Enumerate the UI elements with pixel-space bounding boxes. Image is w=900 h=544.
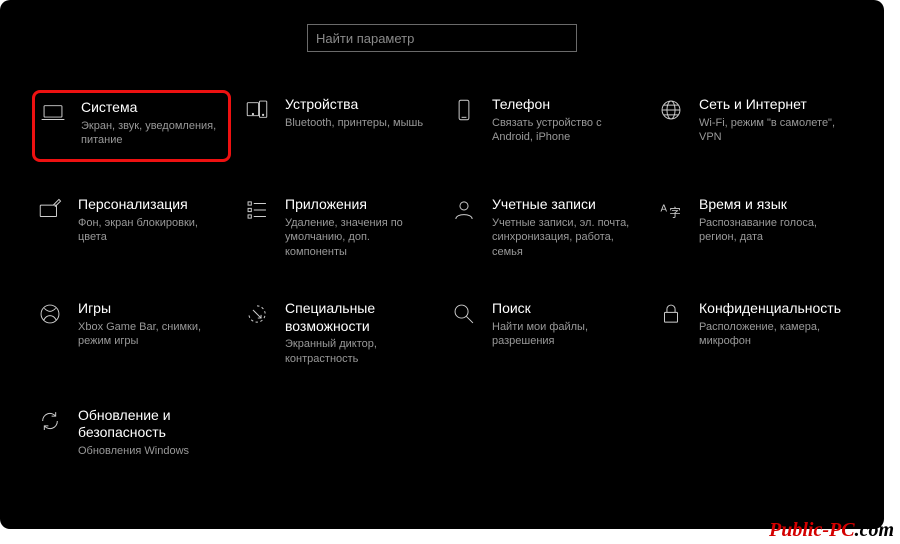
tile-desc: Экран, звук, уведомления, питание (81, 119, 224, 149)
apps-list-icon (243, 196, 271, 224)
tile-desc: Wi-Fi, режим "в самолете", VPN (699, 116, 848, 146)
tile-desc: Распознавание голоса, регион, дата (699, 216, 848, 246)
tile-network[interactable]: Сеть и Интернет Wi-Fi, режим "в самолете… (653, 90, 852, 162)
svg-text:A: A (660, 204, 667, 215)
search-box[interactable] (307, 24, 577, 52)
tile-title: Персонализация (78, 196, 227, 214)
paint-icon (36, 196, 64, 224)
globe-icon (657, 96, 685, 124)
tile-update[interactable]: Обновление и безопасность Обновления Win… (32, 401, 231, 473)
search-wrap (32, 24, 852, 52)
phone-icon (450, 96, 478, 124)
tile-title: Учетные записи (492, 196, 641, 214)
tile-title: Время и язык (699, 196, 848, 214)
search-icon (450, 300, 478, 328)
tile-apps[interactable]: Приложения Удаление, значения по умолчан… (239, 190, 438, 266)
tile-time-language[interactable]: A字 Время и язык Распознавание голоса, ре… (653, 190, 852, 266)
svg-text:字: 字 (669, 206, 680, 220)
tile-desc: Найти мои файлы, разрешения (492, 320, 641, 350)
tile-desc: Учетные записи, эл. почта, синхронизация… (492, 216, 641, 261)
settings-grid: Система Экран, звук, уведомления, питани… (32, 90, 852, 473)
tile-system[interactable]: Система Экран, звук, уведомления, питани… (32, 90, 231, 162)
laptop-icon (39, 99, 67, 127)
tile-desc: Удаление, значения по умолчанию, доп. ко… (285, 216, 434, 261)
devices-icon (243, 96, 271, 124)
tile-desc: Xbox Game Bar, снимки, режим игры (78, 320, 227, 350)
tile-desc: Расположение, камера, микрофон (699, 320, 848, 350)
tile-ease-of-access[interactable]: Специальные возможности Экранный диктор,… (239, 294, 438, 373)
search-input[interactable] (316, 31, 554, 46)
tile-devices[interactable]: Устройства Bluetooth, принтеры, мышь (239, 90, 438, 162)
tile-title: Обновление и безопасность (78, 407, 227, 442)
xbox-icon (36, 300, 64, 328)
tile-title: Поиск (492, 300, 641, 318)
accessibility-icon (243, 300, 271, 328)
settings-window: Система Экран, звук, уведомления, питани… (0, 0, 884, 529)
watermark-part1: Public-PC (769, 519, 855, 541)
person-icon (450, 196, 478, 224)
tile-desc: Связать устройство с Android, iPhone (492, 116, 641, 146)
tile-title: Система (81, 99, 224, 117)
language-icon: A字 (657, 196, 685, 224)
tile-personalization[interactable]: Персонализация Фон, экран блокировки, цв… (32, 190, 231, 266)
tile-desc: Обновления Windows (78, 444, 227, 459)
search-icon (554, 30, 568, 47)
update-icon (36, 407, 64, 435)
tile-title: Сеть и Интернет (699, 96, 848, 114)
tile-gaming[interactable]: Игры Xbox Game Bar, снимки, режим игры (32, 294, 231, 373)
lock-icon (657, 300, 685, 328)
watermark-part2: .com (855, 519, 894, 541)
tile-phone[interactable]: Телефон Связать устройство с Android, iP… (446, 90, 645, 162)
tile-accounts[interactable]: Учетные записи Учетные записи, эл. почта… (446, 190, 645, 266)
tile-title: Игры (78, 300, 227, 318)
tile-title: Конфиденциальность (699, 300, 848, 318)
tile-title: Приложения (285, 196, 434, 214)
tile-desc: Bluetooth, принтеры, мышь (285, 116, 423, 131)
tile-search[interactable]: Поиск Найти мои файлы, разрешения (446, 294, 645, 373)
tile-desc: Фон, экран блокировки, цвета (78, 216, 227, 246)
watermark: Public-PC.com (769, 519, 894, 542)
tile-title: Устройства (285, 96, 423, 114)
tile-title: Телефон (492, 96, 641, 114)
tile-title: Специальные возможности (285, 300, 434, 335)
tile-desc: Экранный диктор, контрастность (285, 337, 434, 367)
tile-privacy[interactable]: Конфиденциальность Расположение, камера,… (653, 294, 852, 373)
